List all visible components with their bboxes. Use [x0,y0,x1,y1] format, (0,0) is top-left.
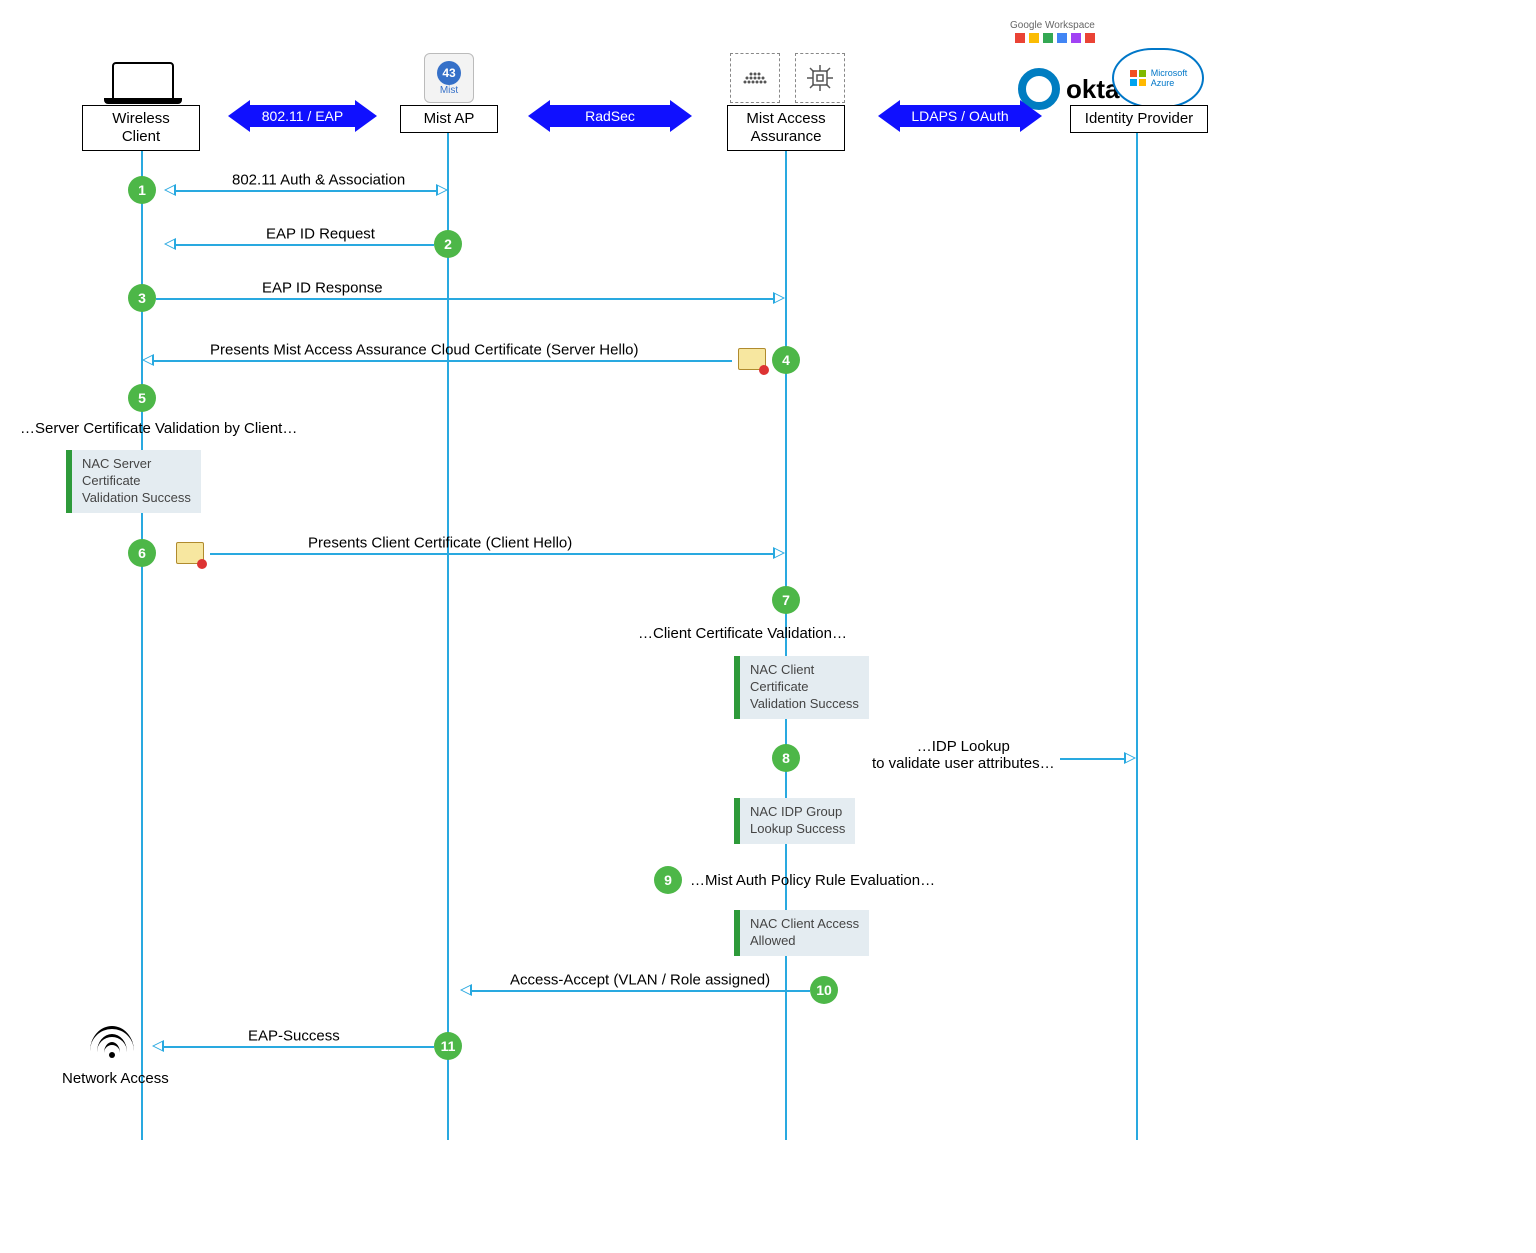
arrowhead [460,984,472,996]
msg-3: EAP ID Response [262,280,383,297]
msg-11: EAP-Success [248,1028,340,1045]
status-7: NAC Client Certificate Validation Succes… [734,656,869,719]
arrowhead [773,292,785,304]
line-11 [164,1046,434,1048]
lifeline-ap [447,125,449,1140]
arrowhead [436,184,448,196]
msg-10: Access-Accept (VLAN / Role assigned) [510,972,770,989]
status-8: NAC IDP Group Lookup Success [734,798,855,844]
ai-chip-icon [795,53,845,103]
line-3 [156,298,774,300]
step-3: 3 [128,284,156,312]
lifeline-client [141,125,143,1140]
note-5: …Server Certificate Validation by Client… [20,420,297,437]
gws-text: Google Workspace [1010,20,1095,31]
step-4: 4 [772,346,800,374]
protocol-radsec: RadSec [550,105,670,127]
actor-maa: Mist Access Assurance [727,105,845,151]
step-9: 9 [654,866,682,894]
step-10: 10 [810,976,838,1004]
step-7: 7 [772,586,800,614]
step-1: 1 [128,176,156,204]
status-5: NAC Server Certificate Validation Succes… [66,450,201,513]
msg-4: Presents Mist Access Assurance Cloud Cer… [210,342,639,359]
azure-cloud-icon: Microsoft Azure [1112,48,1204,108]
arrowhead [773,547,785,559]
line-4 [154,360,732,362]
msg-1: 802.11 Auth & Association [232,172,405,189]
azure-text: Microsoft Azure [1151,68,1188,88]
protocol-ldaps: LDAPS / OAuth [900,105,1020,127]
arrowhead [152,1040,164,1052]
line-10 [472,990,810,992]
line-1 [176,190,436,192]
certificate-icon [176,542,204,564]
msg-6: Presents Client Certificate (Client Hell… [308,535,572,552]
network-access-label: Network Access [62,1070,169,1087]
step-8: 8 [772,744,800,772]
lifeline-idp [1136,125,1138,1140]
protocol-eap: 802.11 / EAP [250,105,355,127]
cloud-dots-icon [730,53,780,103]
wifi-icon [90,1026,134,1058]
sequence-diagram: 43 Mist Google Workspace [20,20,1516,1233]
laptop-icon [112,62,174,100]
arrowhead [1124,752,1136,764]
step-5: 5 [128,384,156,412]
line-6 [210,553,773,555]
msg-2: EAP ID Request [266,226,375,243]
note-7: …Client Certificate Validation… [638,625,847,642]
note-9: …Mist Auth Policy Rule Evaluation… [690,872,935,889]
actor-ap: Mist AP [400,105,498,133]
step-2: 2 [434,230,462,258]
step-6: 6 [128,539,156,567]
arrowhead [164,184,176,196]
arrowhead [142,354,154,366]
ap-text: Mist [440,85,458,96]
step-11: 11 [434,1032,462,1060]
note-8: …IDP Lookup to validate user attributes… [872,738,1055,772]
ap-badge: 43 [437,61,461,85]
status-9: NAC Client Access Allowed [734,910,869,956]
actor-idp: Identity Provider [1070,105,1208,133]
google-workspace-icon: Google Workspace [1010,20,1095,43]
certificate-icon [738,348,766,370]
line-8 [1060,758,1125,760]
mist-ap-icon: 43 Mist [424,53,474,103]
arrowhead [164,238,176,250]
actor-client: Wireless Client [82,105,200,151]
line-2 [176,244,434,246]
